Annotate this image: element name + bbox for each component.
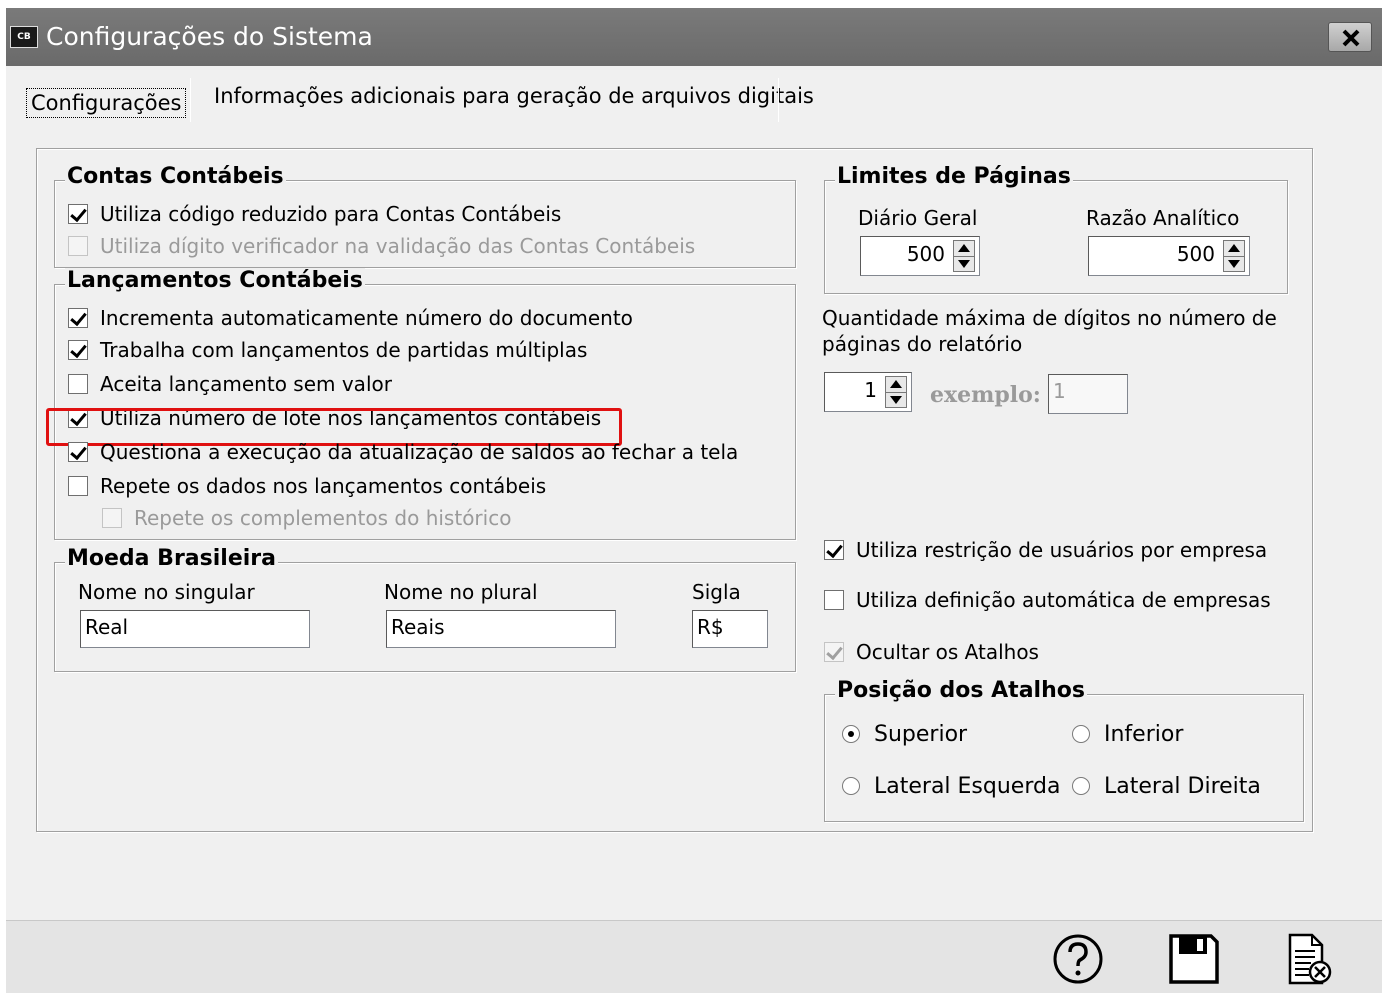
checkbox-label: Utiliza dígito verificador na validação … — [100, 234, 696, 258]
window-title: Configurações do Sistema — [46, 22, 373, 51]
digitos-spinner[interactable]: 1 — [824, 372, 912, 412]
radio-label: Lateral Esquerda — [874, 774, 1061, 799]
radio-button[interactable] — [1072, 777, 1090, 795]
group-title: Lançamentos Contábeis — [65, 268, 365, 293]
checkbox[interactable] — [68, 308, 88, 328]
exemplo-field: 1 — [1048, 374, 1128, 414]
title-bar[interactable]: CB Configurações do Sistema — [6, 8, 1382, 66]
spin-up-icon[interactable] — [890, 380, 902, 388]
checkbox[interactable] — [824, 540, 844, 560]
plural-input[interactable]: Reais — [386, 610, 616, 648]
radio-button[interactable] — [842, 777, 860, 795]
close-icon — [1342, 29, 1360, 47]
posicao-atalhos-group: Posição dos Atalhos — [824, 678, 1304, 822]
dialog-window: CB Configurações do Sistema Configuraçõe… — [6, 8, 1382, 993]
singular-label: Nome no singular — [78, 580, 255, 604]
group-title: Posição dos Atalhos — [835, 678, 1087, 703]
singular-input[interactable]: Real — [80, 610, 310, 648]
checkbox — [68, 236, 88, 256]
spin-divider — [954, 256, 974, 257]
checkbox-label: Aceita lançamento sem valor — [100, 372, 392, 396]
checkbox-label: Repete os complementos do histórico — [134, 506, 512, 530]
checkbox[interactable] — [68, 374, 88, 394]
tab-divider — [190, 78, 191, 122]
checkbox — [102, 508, 122, 528]
app-icon: CB — [10, 26, 38, 48]
spinner-arrows[interactable] — [1223, 240, 1245, 272]
spin-up-icon[interactable] — [958, 244, 970, 252]
checkbox-label: Repete os dados nos lançamentos contábei… — [100, 474, 547, 498]
checkbox[interactable] — [68, 340, 88, 360]
radio-label: Inferior — [1104, 722, 1184, 747]
checkbox[interactable] — [824, 590, 844, 610]
diario-geral-spinner[interactable]: 500 — [860, 236, 980, 276]
checkbox-label: Utiliza restrição de usuários por empres… — [856, 538, 1268, 562]
tab-divider — [778, 78, 779, 122]
spinner-arrows[interactable] — [953, 240, 975, 272]
sigla-label: Sigla — [692, 580, 741, 604]
cancel-document-icon — [1288, 933, 1332, 985]
footer-toolbar — [6, 920, 1382, 993]
spin-up-icon[interactable] — [1228, 244, 1240, 252]
spin-divider — [1224, 256, 1244, 257]
radio-button[interactable] — [842, 725, 860, 743]
checkbox[interactable] — [68, 476, 88, 496]
spin-down-icon[interactable] — [1228, 260, 1240, 268]
spinner-arrows[interactable] — [885, 376, 907, 408]
checkbox[interactable] — [824, 642, 844, 662]
radio-label: Superior — [874, 722, 968, 747]
spinner-value: 500 — [1176, 242, 1215, 266]
help-button[interactable] — [1050, 931, 1106, 987]
digitos-label-line1: Quantidade máxima de dígitos no número d… — [822, 306, 1277, 330]
checkbox-label: Utiliza definição automática de empresas — [856, 588, 1271, 612]
radio-button[interactable] — [1072, 725, 1090, 743]
cancel-button[interactable] — [1282, 931, 1338, 987]
close-button[interactable] — [1328, 22, 1372, 52]
save-icon — [1169, 934, 1219, 984]
exemplo-label: exemplo: — [930, 382, 1041, 408]
checkbox-label: Trabalha com lançamentos de partidas múl… — [100, 338, 588, 362]
group-title: Contas Contábeis — [65, 164, 286, 189]
checkbox-label: Ocultar os Atalhos — [856, 640, 1039, 664]
diario-geral-label: Diário Geral — [858, 206, 978, 230]
spin-down-icon[interactable] — [958, 260, 970, 268]
spinner-value: 500 — [906, 242, 945, 266]
group-title: Limites de Páginas — [835, 164, 1073, 189]
spin-down-icon[interactable] — [890, 396, 902, 404]
checkbox[interactable] — [68, 442, 88, 462]
checkbox[interactable] — [68, 204, 88, 224]
tab-configuracoes[interactable]: Configurações — [26, 88, 187, 118]
spinner-value: 1 — [864, 378, 877, 402]
save-button[interactable] — [1166, 931, 1222, 987]
tab-informacoes-adicionais[interactable]: Informações adicionais para geração de a… — [214, 84, 814, 108]
checkbox-label: Utiliza código reduzido para Contas Cont… — [100, 202, 562, 226]
razao-analitico-label: Razão Analítico — [1086, 206, 1240, 230]
sigla-input[interactable]: R$ — [692, 610, 768, 648]
digitos-label-line2: páginas do relatório — [822, 332, 1023, 356]
spin-divider — [886, 392, 906, 393]
checkbox-label: Incrementa automaticamente número do doc… — [100, 306, 633, 330]
plural-label: Nome no plural — [384, 580, 538, 604]
group-title: Moeda Brasileira — [65, 546, 278, 571]
razao-analitico-spinner[interactable]: 500 — [1088, 236, 1250, 276]
help-icon — [1053, 934, 1103, 984]
radio-label: Lateral Direita — [1104, 774, 1261, 799]
checkbox-label: Questiona a execução da atualização de s… — [100, 440, 739, 464]
